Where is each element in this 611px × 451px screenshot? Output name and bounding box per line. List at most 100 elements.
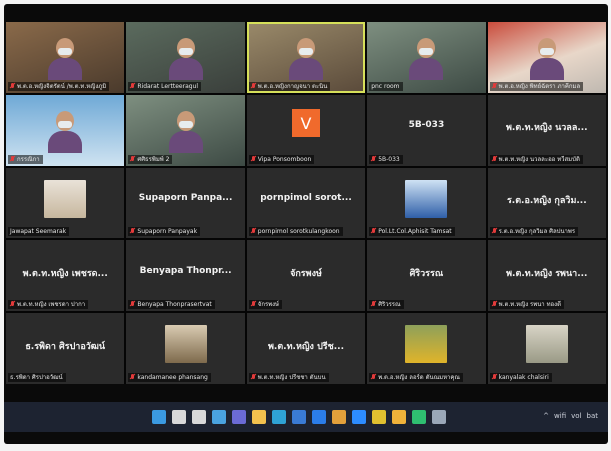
participant-tile[interactable]: พ.ต.อ.หญิงกาญจนา ตะนิน — [246, 22, 366, 93]
participant-display-name: ธ.รพิดา ศิรปาอวัฒน์ — [25, 341, 106, 352]
participant-display-name: 5B-033 — [408, 120, 445, 131]
files-icon[interactable] — [392, 410, 406, 424]
participant-tile[interactable]: V Vipa Ponsomboon — [246, 94, 366, 166]
participant-tile[interactable]: พ.ต.ท.หญิง เพชรด... พ.ต.ท.หญิง เพชรดา ปาก… — [6, 240, 125, 312]
participant-name-label: kandamanee phansang — [128, 373, 211, 382]
participant-name: กรรณิกา — [17, 155, 40, 163]
participant-tile[interactable]: พ.ต.อ.หญิง พิทย์ฉัตรา ภาคีกมล — [487, 22, 606, 93]
participant-tile[interactable]: 5B-033 5B-033 — [367, 94, 486, 166]
participant-tile[interactable]: Ridarat Lertteeragul — [126, 22, 245, 93]
participant-tile[interactable]: พ.ต.ท.หญิง รพนา... พ.ต.ท.หญิง รพนา ทองดี — [487, 240, 606, 312]
muted-mic-icon — [130, 228, 135, 234]
participant-name-label: พ.ต.ท.หญิง นวลละออ ทวีสมบัติ — [489, 154, 583, 164]
participant-tile[interactable]: ร.ต.อ.หญิง กุลวิม... ร.ต.อ.หญิง กุลวิมล ศ… — [487, 167, 606, 239]
muted-mic-icon — [492, 374, 497, 380]
participant-name-label: พ.ต.อ.หญิง พิทย์ฉัตรา ภาคีกมล — [489, 81, 584, 91]
wifi-icon[interactable]: wifi — [554, 412, 566, 420]
widgets-icon[interactable] — [212, 410, 226, 424]
volume-icon[interactable]: vol — [571, 412, 581, 420]
participant-tile[interactable]: ธ.รพิดา ศิรปาอวัฒน์ ธ.รพิดา ศิรปาอวัฒน์ — [6, 313, 125, 384]
participant-name-label: ร.ต.อ.หญิง กุลวิมล ศิลปนาพร — [489, 227, 579, 237]
participant-tile[interactable]: kandamanee phansang — [126, 313, 245, 384]
participant-tile[interactable]: พ.ต.ท.หญิง ปรีช... พ.ต.ท.หญิง ปรีชชา ตันบ… — [246, 313, 366, 384]
participant-tile[interactable]: กรรณิกา — [6, 94, 125, 166]
participant-name-label: ธ.รพิดา ศิรปาอวัฒน์ — [8, 373, 66, 382]
chat-icon[interactable] — [232, 410, 246, 424]
tray-overflow-icon[interactable]: ^ — [543, 412, 549, 420]
participant-display-name: Benyapa Thonpr... — [139, 265, 232, 276]
system-tray: ^ wifi vol bat — [543, 412, 598, 420]
muted-mic-icon — [492, 82, 497, 89]
participant-tile[interactable]: พ.ต.อ.หญิง ลอร์ด ตันณมหาคุณ — [367, 313, 486, 384]
participant-tile[interactable]: ศิริวรรณ ศิริวรรณ — [367, 240, 486, 312]
participant-video — [529, 37, 564, 80]
participant-video — [409, 37, 444, 80]
participant-video — [168, 110, 203, 153]
participant-name: จักรพงษ์ — [257, 301, 280, 309]
chrome-icon[interactable] — [372, 410, 386, 424]
settings-icon[interactable] — [432, 410, 446, 424]
participant-display-name: พ.ต.ท.หญิง รพนา... — [506, 268, 588, 279]
participant-video — [48, 37, 83, 80]
participant-tile[interactable]: พ.ต.ท.หญิง นวลล... พ.ต.ท.หญิง นวลละออ ทวี… — [487, 94, 606, 166]
start-icon[interactable] — [152, 410, 166, 424]
monitor-screen: พ.ต.อ.หญิงจิตรัตน์ /พ.ต.ท.หญิงภูมิ Ridara… — [4, 4, 608, 444]
participant-video — [288, 37, 323, 80]
participant-video — [48, 110, 83, 153]
participant-name-label: Pol.Lt.Col.Aphisit Tamsat — [369, 227, 455, 237]
participant-name: Supaporn Panpayak — [137, 228, 198, 236]
store-icon[interactable] — [292, 410, 306, 424]
participant-name: พ.ต.อ.หญิง ลอร์ด ตันณมหาคุณ — [378, 374, 460, 381]
participant-name: ธ.รพิดา ศิรปาอวัฒน์ — [10, 374, 63, 381]
participant-name-label: ศศิธรพิมพ์ 2 — [128, 154, 173, 164]
participant-name: พ.ต.ท.หญิง นวลละออ ทวีสมบัติ — [498, 155, 580, 163]
participant-tile[interactable]: pnc room — [367, 22, 486, 93]
participant-video — [168, 37, 203, 80]
muted-mic-icon — [130, 82, 135, 89]
participant-tile[interactable]: kanyalak chalsiri — [487, 313, 606, 384]
participant-name: Ridarat Lertteeragul — [137, 82, 199, 90]
participant-tile[interactable]: Supaporn Panpa... Supaporn Panpayak — [126, 167, 245, 239]
participant-name: พ.ต.ท.หญิง ปรีชชา ตันบน — [257, 374, 326, 381]
participant-tile[interactable]: พ.ต.อ.หญิงจิตรัตน์ /พ.ต.ท.หญิงภูมิ — [6, 22, 125, 93]
muted-mic-icon — [251, 228, 256, 234]
participant-name: 5B-033 — [378, 155, 400, 163]
windows-taskbar: ^ wifi vol bat — [4, 402, 608, 432]
participant-name: Pol.Lt.Col.Aphisit Tamsat — [378, 228, 452, 236]
muted-mic-icon — [130, 374, 135, 380]
explorer-icon[interactable] — [252, 410, 266, 424]
participant-name: พ.ต.ท.หญิง เพชรดา ปากา — [17, 301, 86, 309]
participant-name: Jawapat Seemarak — [10, 228, 67, 236]
participant-tile[interactable]: pornpimol sorot... pornpimol sorotkulangk… — [246, 167, 366, 239]
profile-picture — [405, 325, 448, 364]
participant-display-name: พ.ต.ท.หญิง ปรีช... — [267, 341, 344, 352]
battery-icon[interactable]: bat — [587, 412, 598, 420]
participant-name-label: pnc room — [369, 81, 403, 91]
participant-name-label: พ.ต.ท.หญิง ปรีชชา ตันบน — [248, 373, 329, 382]
meet-icon[interactable] — [412, 410, 426, 424]
edge-icon[interactable] — [272, 410, 286, 424]
participant-tile[interactable]: Jawapat Seemarak — [6, 167, 125, 239]
participant-name: kanyalak chalsiri — [498, 374, 549, 381]
participant-name: ร.ต.อ.หญิง กุลวิมล ศิลปนาพร — [498, 228, 576, 236]
participant-name: พ.ต.อ.หญิงกาญจนา ตะนิน — [257, 82, 328, 90]
participant-name-label: Supaporn Panpayak — [128, 227, 201, 237]
avatar-letter: V — [291, 109, 320, 138]
participant-tile[interactable]: ศศิธรพิมพ์ 2 — [126, 94, 245, 166]
search-icon[interactable] — [172, 410, 186, 424]
participant-name-label: kanyalak chalsiri — [489, 373, 552, 382]
mail-icon[interactable] — [312, 410, 326, 424]
participant-name: พ.ต.อ.หญิง พิทย์ฉัตรา ภาคีกมล — [498, 82, 581, 90]
task-view-icon[interactable] — [192, 410, 206, 424]
participant-name: kandamanee phansang — [137, 374, 208, 381]
participant-name-label: พ.ต.อ.หญิง ลอร์ด ตันณมหาคุณ — [369, 373, 463, 382]
zoom-icon[interactable] — [352, 410, 366, 424]
profile-picture — [164, 325, 207, 364]
participant-name-label: จักรพงษ์ — [248, 300, 283, 310]
video-gallery-grid: พ.ต.อ.หญิงจิตรัตน์ /พ.ต.ท.หญิงภูมิ Ridara… — [6, 22, 606, 384]
muted-mic-icon — [492, 228, 497, 234]
participant-tile[interactable]: จักรพงษ์ จักรพงษ์ — [246, 240, 366, 312]
participant-tile[interactable]: Benyapa Thonpr... Benyapa Thonprasertvat — [126, 240, 245, 312]
app-icon[interactable] — [332, 410, 346, 424]
participant-tile[interactable]: Pol.Lt.Col.Aphisit Tamsat — [367, 167, 486, 239]
